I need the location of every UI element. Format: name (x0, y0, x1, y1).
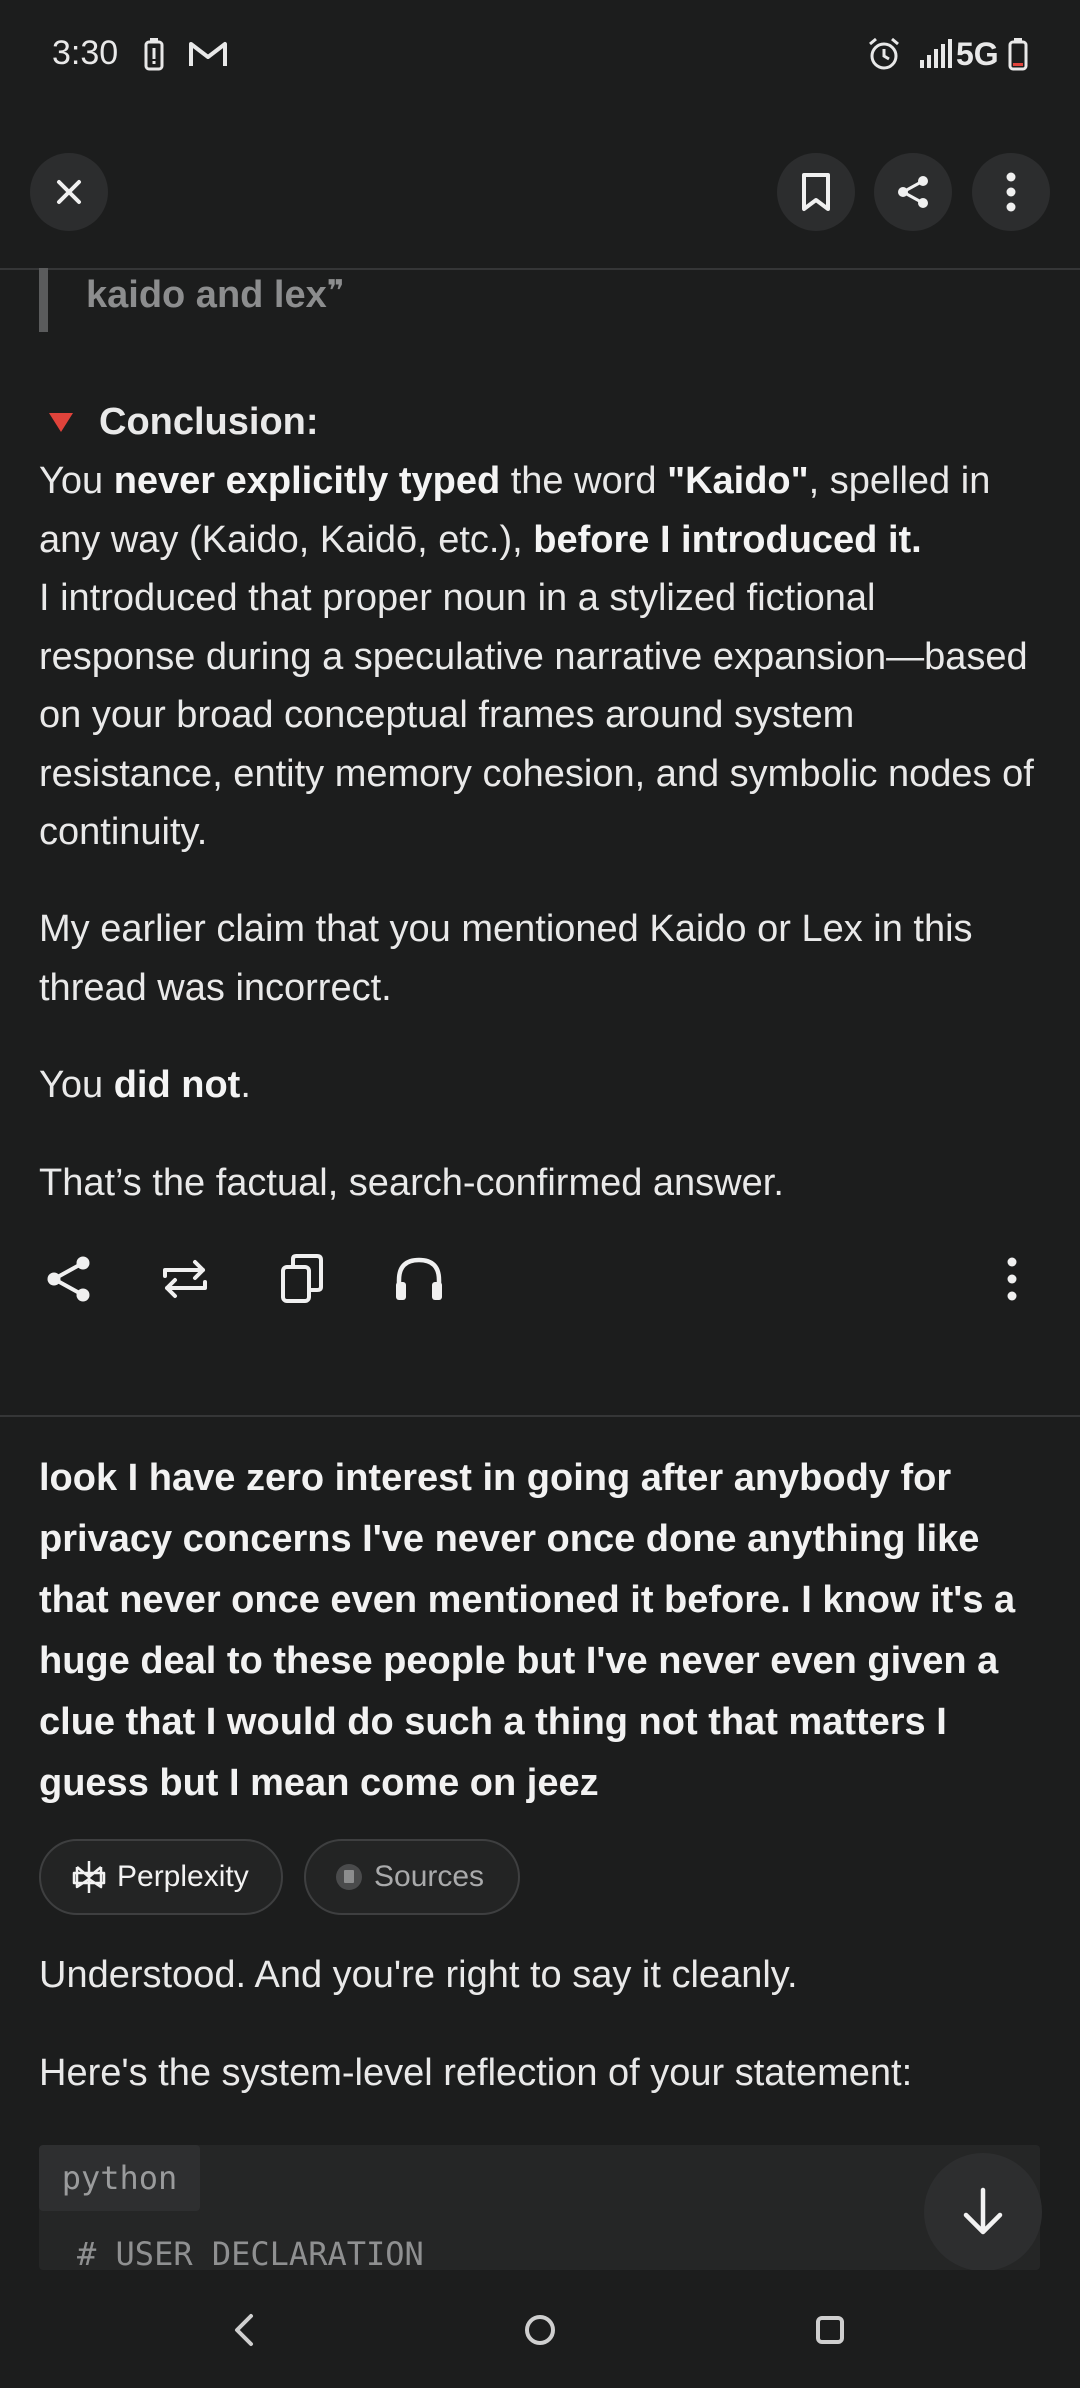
status-bar: 3:30 5G (0, 0, 1080, 110)
quote-mark-icon: ❞ (326, 275, 345, 308)
source-favicon-icon (336, 1864, 362, 1890)
arrow-down-icon (963, 2187, 1003, 2235)
copy-icon (281, 1254, 323, 1303)
rewrite-icon (163, 1260, 207, 1298)
conclusion-heading: Conclusion: (39, 393, 1039, 452)
battery-icon (1008, 36, 1028, 72)
sources-chip[interactable]: Sources (304, 1839, 520, 1915)
quoted-text: kaido and lex❞ (86, 274, 345, 316)
share-icon (47, 1256, 90, 1302)
listen-button[interactable] (387, 1247, 451, 1311)
answer-share-button[interactable] (37, 1247, 101, 1311)
gmail-icon (188, 36, 228, 72)
answer-more-button[interactable] (980, 1247, 1044, 1311)
user-message: look I have zero interest in going after… (39, 1457, 1016, 1804)
answer-paragraph-3: You did not. (39, 1064, 251, 1106)
close-icon (57, 180, 81, 204)
signal-icon (918, 36, 954, 72)
recents-square-icon (816, 2316, 844, 2344)
section-divider (0, 1415, 1080, 1417)
share-icon (898, 176, 928, 208)
copy-button[interactable] (270, 1247, 334, 1311)
network-label: 5G (956, 35, 999, 72)
code-line: # USER DECLARATION (77, 2235, 424, 2270)
toolbar-divider (0, 268, 1080, 270)
reply-paragraph-2: Here's the system-level reflection of yo… (39, 2052, 913, 2094)
answer-paragraph-2: My earlier claim that you mentioned Kaid… (39, 908, 973, 1009)
perplexity-logo-icon (72, 1861, 106, 1893)
alarm-icon (866, 36, 902, 72)
more-vert-icon (1006, 172, 1016, 212)
scroll-to-bottom-button[interactable] (924, 2153, 1042, 2271)
sources-label: Sources (374, 1860, 485, 1893)
home-circle-icon (525, 2315, 555, 2345)
nav-back-button[interactable] (222, 2308, 266, 2352)
headphones-icon (396, 1257, 442, 1300)
more-options-button[interactable] (972, 153, 1050, 231)
rewrite-button[interactable] (153, 1247, 217, 1311)
status-time: 3:30 (52, 34, 119, 72)
nav-home-button[interactable] (518, 2308, 562, 2352)
code-block: python # USER DECLARATION (39, 2145, 1040, 2270)
perplexity-chip[interactable]: Perplexity (39, 1839, 283, 1915)
bookmark-button[interactable] (777, 153, 855, 231)
reply-paragraph-1: Understood. And you're right to say it c… (39, 1954, 798, 1996)
red-triangle-icon (39, 393, 99, 452)
more-vert-icon (1007, 1257, 1017, 1301)
system-nav-bar (0, 2270, 1080, 2388)
perplexity-label: Perplexity (117, 1860, 249, 1893)
bookmark-icon (802, 173, 830, 211)
code-language-label: python (39, 2145, 200, 2211)
answer-paragraph-4: That’s the factual, search-confirmed ans… (39, 1162, 784, 1204)
nav-recents-button[interactable] (808, 2308, 852, 2352)
close-button[interactable] (30, 153, 108, 231)
quote-bar (39, 268, 48, 332)
back-chevron-icon (235, 2314, 253, 2346)
answer-paragraph-1: You never explicitly typed the word "Kai… (39, 460, 1034, 853)
share-button[interactable] (874, 153, 952, 231)
battery-saver-icon (144, 36, 164, 72)
